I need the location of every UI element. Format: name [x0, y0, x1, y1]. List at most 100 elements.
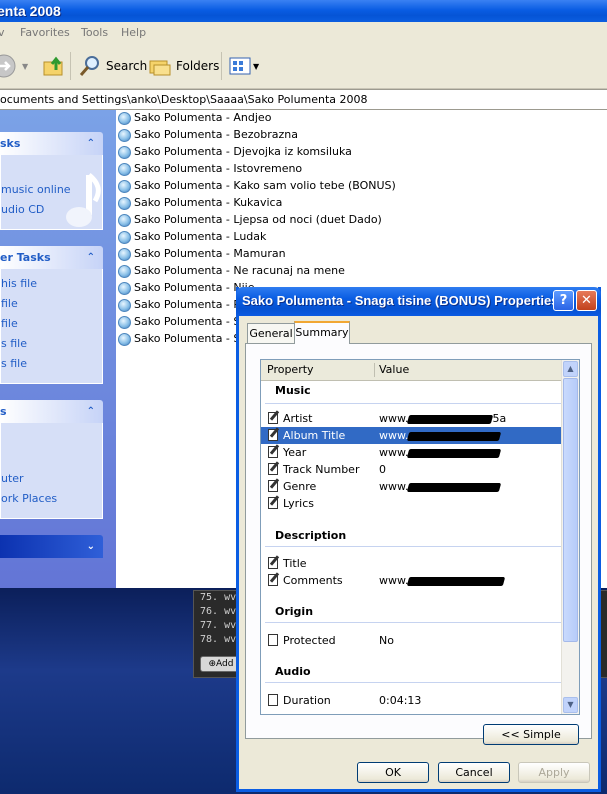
list-item[interactable]: Sako Polumenta - Bezobrazna: [118, 126, 298, 143]
audio-file-icon: [118, 213, 131, 227]
link-delete-file[interactable]: s file: [1, 357, 27, 370]
property-value: 0: [379, 463, 386, 476]
list-item[interactable]: Sako Polumenta - Ludak: [118, 228, 266, 245]
audio-file-icon: [118, 281, 131, 295]
link-shop-music-online[interactable]: music online: [1, 183, 71, 196]
edit-property-icon: [268, 557, 278, 569]
column-header-value[interactable]: Value: [379, 360, 409, 380]
list-item[interactable]: Sako Polumenta - Ljepsa od noci (duet Da…: [118, 211, 382, 228]
property-row-track-number[interactable]: Track Number 0: [261, 461, 563, 478]
help-button[interactable]: ?: [553, 290, 574, 311]
tab-general[interactable]: General: [247, 323, 295, 343]
link-move-file[interactable]: file: [1, 297, 18, 310]
edit-property-icon: [268, 497, 278, 509]
ok-button[interactable]: OK: [357, 762, 429, 783]
property-name: Genre: [283, 480, 317, 493]
file-name: Sako Polumenta - Ljepsa od noci (duet Da…: [134, 213, 382, 226]
list-item[interactable]: Sako Polumenta - Djevojka iz komsiluka: [118, 143, 352, 160]
year-value-visible: www.: [379, 446, 409, 459]
playlist-line[interactable]: 78. wv: [200, 634, 236, 645]
list-item[interactable]: Sako Polumenta - Mamuran: [118, 245, 286, 262]
tab-summary[interactable]: Summary: [294, 321, 350, 344]
column-separator[interactable]: [374, 363, 375, 377]
up-folder-button[interactable]: [42, 52, 66, 80]
task-section-header[interactable]: er Tasks ⌃: [0, 246, 103, 269]
link-my-network-places[interactable]: ork Places: [1, 492, 57, 505]
apply-button[interactable]: Apply: [518, 762, 590, 783]
link-copy-to-audio-cd[interactable]: udio CD: [1, 203, 44, 216]
views-dropdown-icon: ▼: [253, 61, 260, 71]
list-item[interactable]: Sako Polumenta - Andjeo: [118, 109, 271, 126]
list-item[interactable]: Sako Polumenta - Sna: [118, 330, 254, 347]
address-bar[interactable]: ocuments and Settings\anko\Desktop\Saaaa…: [0, 89, 607, 110]
file-name: Sako Polumenta - Kukavica: [134, 196, 283, 209]
link-email-file[interactable]: s file: [1, 337, 27, 350]
readonly-property-icon: [268, 634, 278, 646]
folders-button[interactable]: Folders: [148, 52, 219, 80]
collapse-chevron-icon[interactable]: ⌃: [87, 400, 95, 423]
toolbar-separator: [221, 52, 222, 80]
group-music: Music: [275, 384, 311, 397]
expand-chevron-icon[interactable]: ⌄: [87, 535, 95, 558]
playlist-line[interactable]: 75. wv: [200, 592, 236, 603]
property-row-protected[interactable]: Protected No: [261, 632, 563, 649]
help-icon: ?: [559, 293, 568, 308]
vertical-scrollbar[interactable]: ▲ ▼: [561, 360, 579, 714]
property-row-lyrics[interactable]: Lyrics: [261, 495, 563, 512]
simple-button[interactable]: << Simple: [483, 724, 579, 745]
property-row-genre[interactable]: Genre www.: [261, 478, 563, 495]
property-row-title[interactable]: Title: [261, 555, 563, 572]
list-item[interactable]: Sako Polumenta - Nije: [118, 279, 255, 296]
property-name: Track Number: [283, 463, 360, 476]
collapse-chevron-icon[interactable]: ⌃: [87, 246, 95, 269]
link-rename-file[interactable]: his file: [1, 277, 37, 290]
task-section-header[interactable]: ⌄: [0, 535, 103, 558]
list-item[interactable]: Sako Polumenta - Kako sam volio tebe (BO…: [118, 177, 396, 194]
list-item[interactable]: Sako Polumenta - Put: [118, 296, 251, 313]
group-divider: [265, 403, 563, 404]
link-copy-file[interactable]: file: [1, 317, 18, 330]
dropdown-arrow-icon[interactable]: ▼: [22, 62, 28, 71]
scrollbar-thumb[interactable]: [563, 378, 578, 642]
search-button[interactable]: Search: [78, 52, 147, 80]
link-my-computer[interactable]: uter: [1, 472, 24, 485]
scroll-up-icon[interactable]: ▲: [563, 361, 578, 377]
list-item[interactable]: Sako Polumenta - San: [118, 313, 254, 330]
cancel-button[interactable]: Cancel: [438, 762, 510, 783]
column-header-property[interactable]: Property: [267, 360, 314, 380]
property-row-artist[interactable]: Artist www. 5a: [261, 410, 563, 427]
task-section-title: er Tasks: [0, 251, 51, 264]
group-divider: [265, 622, 563, 623]
playlist-line[interactable]: 77. wv: [200, 620, 236, 631]
list-item[interactable]: Sako Polumenta - Ne racunaj na mene: [118, 262, 345, 279]
property-row-album-title[interactable]: Album Title www.: [261, 427, 563, 444]
file-name: Sako Polumenta - Kako sam volio tebe (BO…: [134, 179, 396, 192]
menu-favorites[interactable]: Favorites: [20, 22, 70, 44]
task-section-header[interactable]: sks ⌃: [0, 132, 103, 155]
menu-view[interactable]: v: [0, 22, 5, 44]
edit-property-icon: [268, 429, 278, 441]
property-row-comments[interactable]: Comments www.: [261, 572, 563, 589]
audio-file-icon: [118, 264, 131, 278]
redaction-mark: [407, 576, 506, 586]
forward-button[interactable]: ▼: [0, 52, 28, 80]
menu-tools[interactable]: Tools: [81, 22, 108, 44]
close-button[interactable]: ✕: [576, 290, 597, 311]
scroll-down-icon[interactable]: ▼: [563, 697, 578, 713]
collapse-chevron-icon[interactable]: ⌃: [87, 132, 95, 155]
redaction-mark: [407, 431, 502, 441]
explorer-title-bar[interactable]: enta 2008: [0, 0, 607, 22]
menu-help[interactable]: Help: [121, 22, 146, 44]
music-note-icon: [66, 173, 101, 227]
list-item[interactable]: Sako Polumenta - Kukavica: [118, 194, 282, 211]
forward-arrow-icon: [0, 54, 16, 78]
audio-file-icon: [118, 145, 131, 159]
group-description: Description: [275, 529, 347, 542]
views-button[interactable]: ▼: [229, 52, 259, 80]
task-section-title: sks: [0, 137, 21, 150]
property-row-year[interactable]: Year www.: [261, 444, 563, 461]
playlist-line[interactable]: 76. wv: [200, 606, 236, 617]
list-item[interactable]: Sako Polumenta - Istovremeno: [118, 160, 302, 177]
property-row-duration[interactable]: Duration 0:04:13: [261, 692, 563, 709]
task-section-header[interactable]: s ⌃: [0, 400, 103, 423]
